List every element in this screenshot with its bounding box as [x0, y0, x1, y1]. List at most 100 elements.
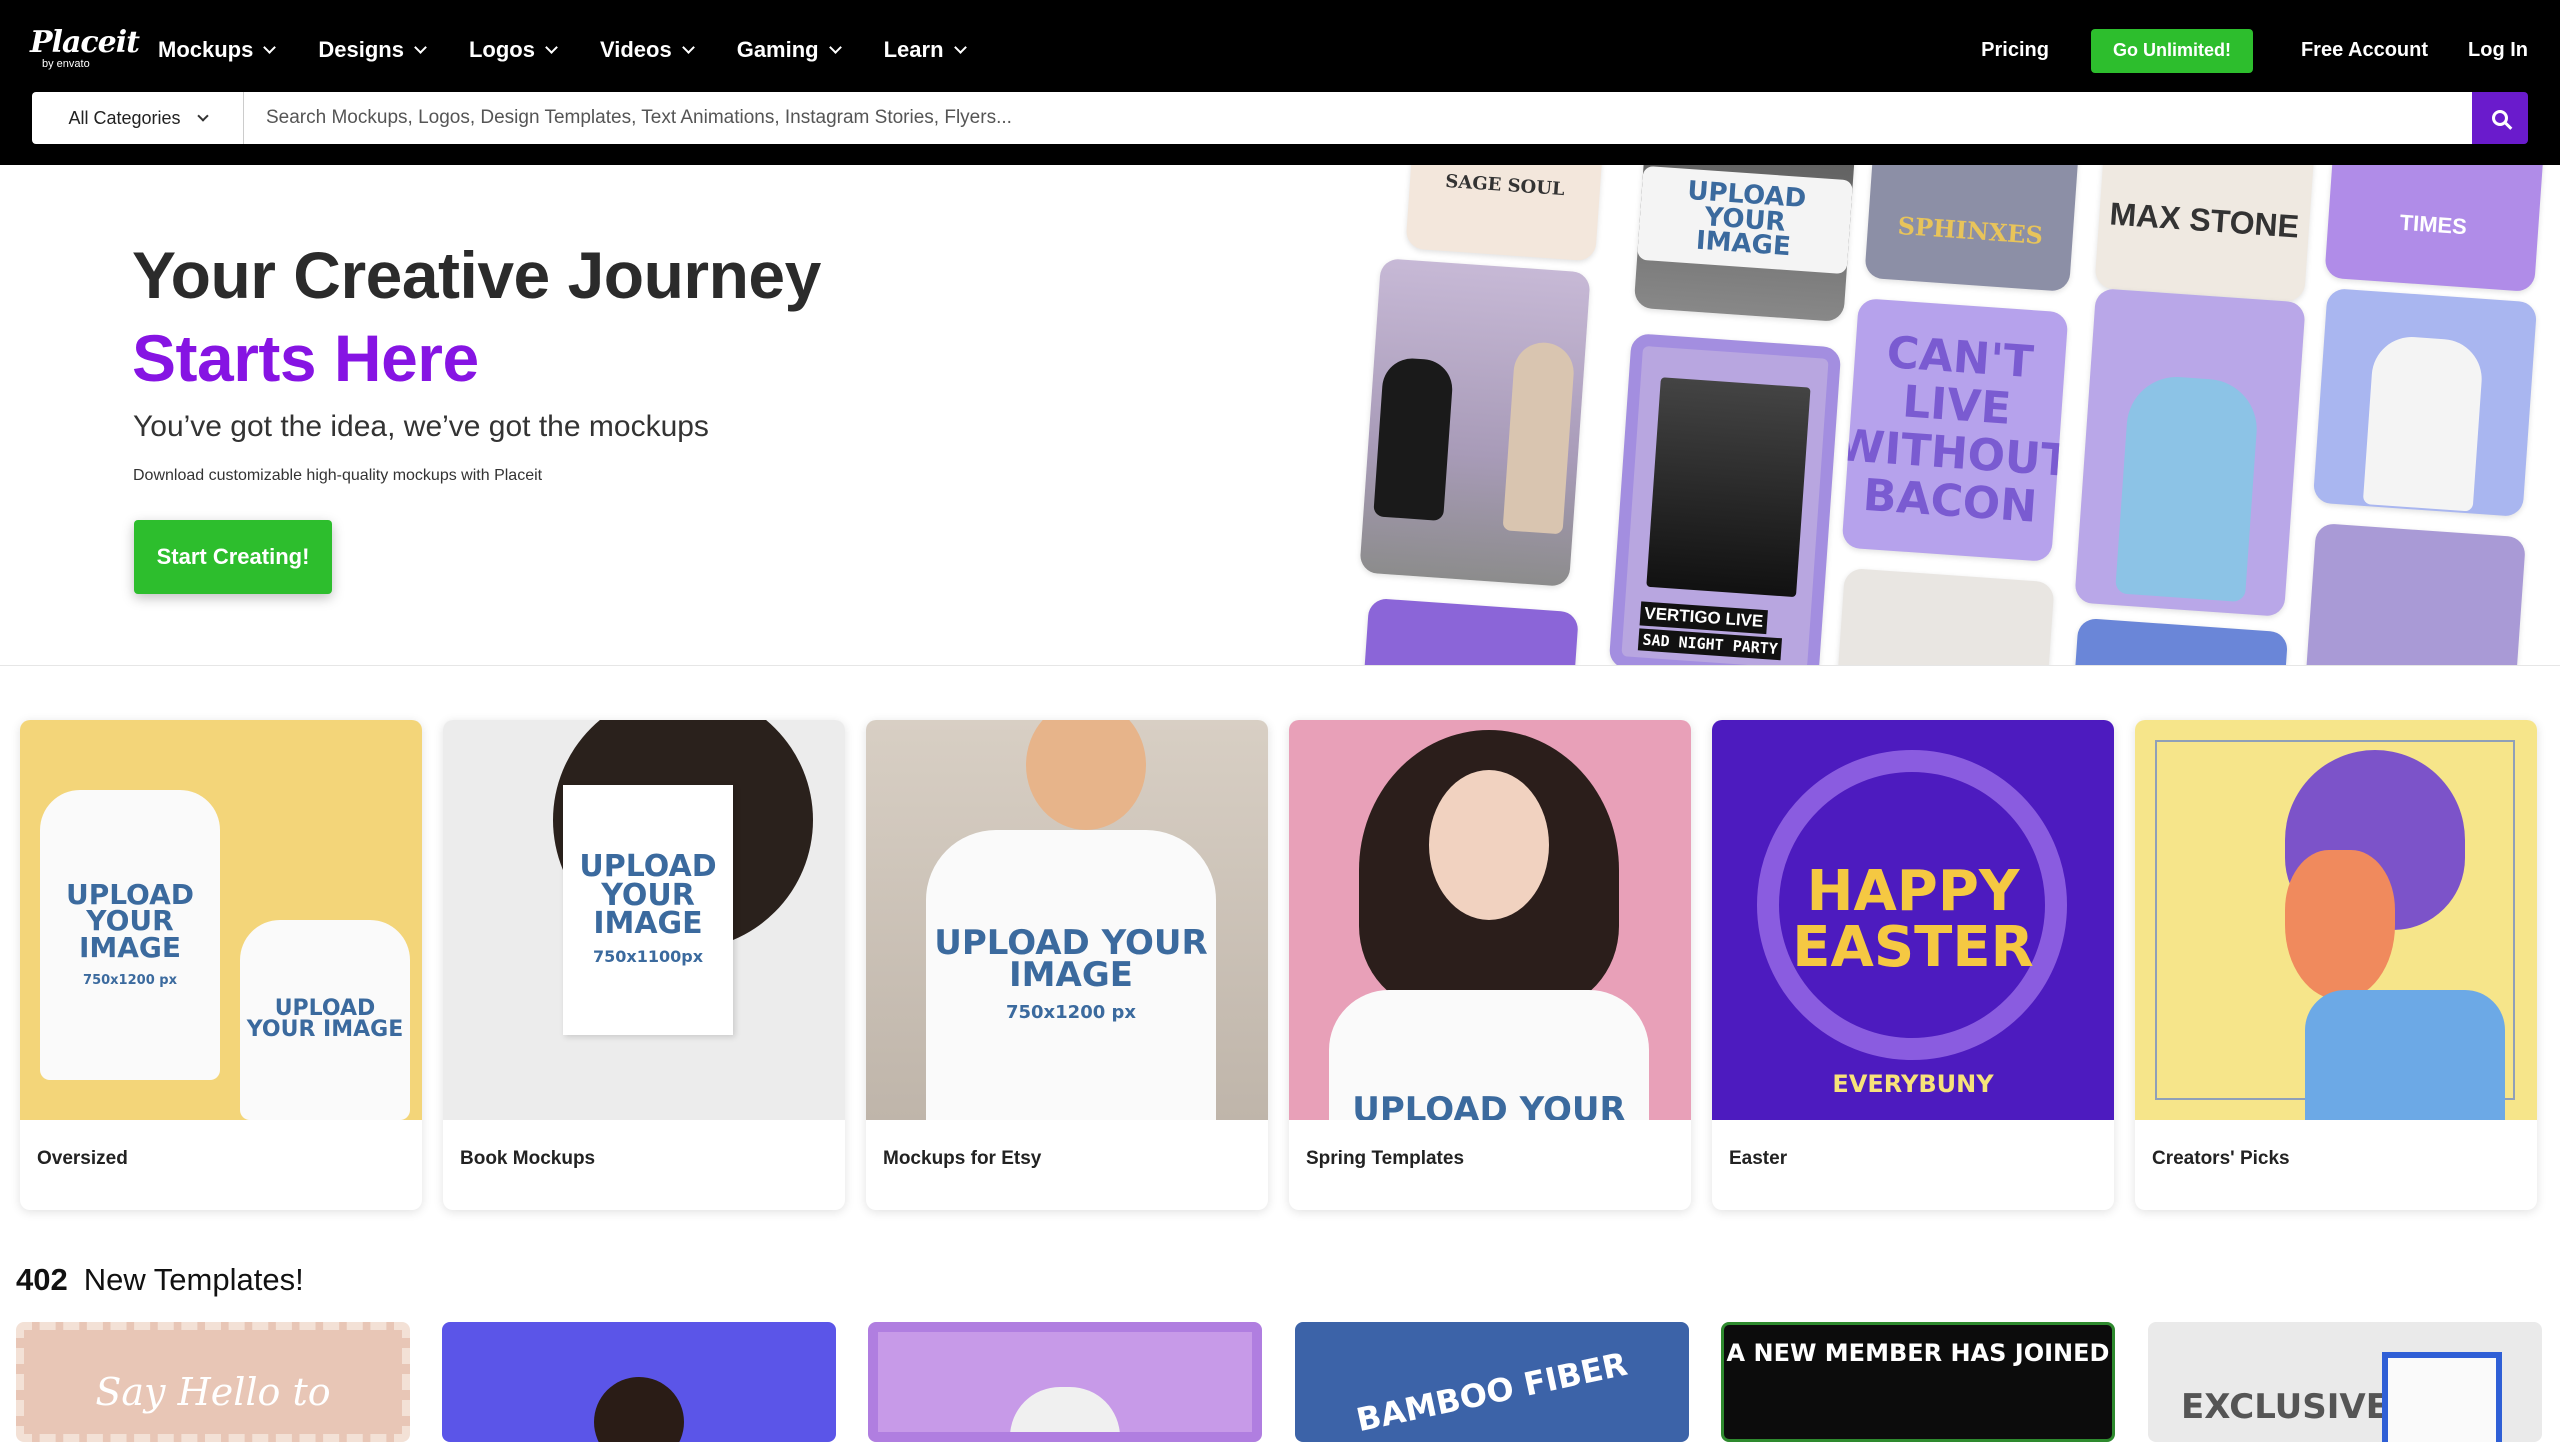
- upload-label: UPLOAD YOUR IMAGE: [65, 877, 195, 964]
- hero-description: Download customizable high-quality mocku…: [133, 467, 543, 484]
- book-mockup: UPLOAD YOUR IMAGE 750x1100px: [563, 785, 733, 1035]
- upload-text: UPLOAD YOUR IMAGE 750x1100px: [563, 852, 733, 967]
- new-templates-count: 402: [16, 1262, 68, 1297]
- menu-learn[interactable]: Learn: [883, 37, 967, 63]
- cap-shape: [1010, 1387, 1120, 1432]
- collage-tile-purple[interactable]: [1361, 597, 1579, 665]
- chevron-down-icon: [828, 40, 842, 54]
- card-image: UPLOAD YOUR IMAGE 750x1200 px UPLOAD YOUR…: [20, 720, 422, 1120]
- chevron-down-icon: [681, 40, 695, 54]
- menu-label: Designs: [318, 37, 404, 62]
- template-thumb-cap[interactable]: [868, 1322, 1262, 1442]
- hero-title: Your Creative Journey: [132, 238, 821, 312]
- upload-label: UPLOAD YOUR IMAGE: [246, 996, 404, 1042]
- person-figure: [2362, 333, 2485, 512]
- card-label: Spring Templates: [1306, 1148, 1465, 1169]
- search-icon: [2492, 110, 2508, 126]
- new-templates-text: New Templates!: [83, 1262, 304, 1297]
- collage-text: TIMES: [2398, 209, 2468, 240]
- menu-gaming[interactable]: Gaming: [736, 37, 842, 63]
- template-thumb-bamboo-fiber[interactable]: BAMBOO FIBER: [1295, 1322, 1689, 1442]
- card-image: UPLOAD YOUR IMAGE 750x1200 px: [866, 720, 1268, 1120]
- chevron-down-icon: [414, 40, 427, 54]
- template-text: Say Hello to: [95, 1370, 331, 1414]
- placeit-logo[interactable]: Placeit by envato: [30, 28, 140, 71]
- collage-tile-max-stone[interactable]: MAX STONE: [2094, 165, 2316, 303]
- tshirt-mockup: UPLOAD YOUR: [1329, 990, 1649, 1120]
- category-card-oversized[interactable]: UPLOAD YOUR IMAGE 750x1200 px UPLOAD YOUR…: [20, 720, 422, 1210]
- collage-tile-couple-photo[interactable]: [1835, 567, 2055, 665]
- chevron-down-icon: [953, 40, 967, 54]
- easter-line3: EVERYBUNY: [1832, 1070, 1994, 1098]
- template-thumb-new-member[interactable]: A NEW MEMBER HAS JOINED: [1721, 1322, 2115, 1442]
- upload-text: UPLOAD YOUR IMAGE 750x1200 px: [40, 880, 220, 988]
- menu-label: Learn: [883, 37, 944, 62]
- photo-figure: [1646, 377, 1811, 598]
- main-menu: Mockups Designs Logos Videos Gaming Lear…: [158, 0, 1009, 100]
- menu-videos[interactable]: Videos: [600, 37, 695, 63]
- top-navigation-bar: Placeit by envato Mockups Designs Logos …: [0, 0, 2560, 165]
- template-text: BAMBOO FIBER: [1353, 1344, 1631, 1440]
- easter-text: HAPPY EASTER: [1792, 864, 2034, 976]
- hero-subtitle: You’ve got the idea, we’ve got the mocku…: [133, 410, 709, 443]
- menu-mockups[interactable]: Mockups: [158, 37, 277, 63]
- card-label: Easter: [1729, 1148, 1788, 1169]
- upload-size: 750x1200 px: [83, 972, 177, 988]
- template-text: A NEW MEMBER HAS JOINED: [1726, 1339, 2110, 1367]
- collage-tile-vertigo-live[interactable]: VERTIGO LIVE SAD NIGHT PARTY: [1608, 333, 1842, 665]
- category-select-value: All Categories: [68, 107, 181, 128]
- template-thumb-say-hello[interactable]: Say Hello to: [16, 1322, 410, 1442]
- collage-tile-times[interactable]: TIMES: [2324, 165, 2546, 293]
- card-label: Creators' Picks: [2152, 1148, 2290, 1169]
- category-card-creators-picks[interactable]: Creators' Picks: [2135, 720, 2537, 1210]
- upload-text: UPLOAD YOUR IMAGE: [1636, 165, 1854, 275]
- search-button[interactable]: [2472, 92, 2528, 144]
- template-thumb-portrait[interactable]: [442, 1322, 836, 1442]
- category-card-easter[interactable]: HAPPY EASTER EVERYBUNY Easter: [1712, 720, 2114, 1210]
- collage-tile-mug-photo[interactable]: [2074, 288, 2306, 617]
- log-in-link[interactable]: Log In: [2468, 39, 2528, 62]
- card-image: UPLOAD YOUR IMAGE 750x1100px: [443, 720, 845, 1120]
- menu-designs[interactable]: Designs: [318, 37, 427, 63]
- card-label: Mockups for Etsy: [883, 1148, 1042, 1169]
- hero-title-highlight: Starts Here: [132, 321, 479, 395]
- category-card-mockups-for-etsy[interactable]: UPLOAD YOUR IMAGE 750x1200 px Mockups for…: [866, 720, 1268, 1210]
- collage-tile-sage-soul[interactable]: SAGE SOUL: [1405, 165, 1605, 262]
- hero-section: Your Creative Journey Starts Here You’ve…: [0, 165, 2560, 665]
- upload-size: 750x1200 px: [1005, 1002, 1137, 1024]
- card-image: UPLOAD YOUR: [1289, 720, 1691, 1120]
- pricing-link[interactable]: Pricing: [1981, 39, 2049, 62]
- face-shape: [1429, 770, 1549, 920]
- template-thumb-exclusive[interactable]: EXCLUSIVE: [2148, 1322, 2542, 1442]
- search-input[interactable]: [244, 92, 2472, 144]
- hoodie-shape: [2382, 1352, 2502, 1442]
- collage-tile-tshirt-man[interactable]: [2312, 287, 2538, 518]
- tshirt-mockup: UPLOAD YOUR IMAGE: [240, 920, 410, 1120]
- category-card-book-mockups[interactable]: UPLOAD YOUR IMAGE 750x1100px Book Mockups: [443, 720, 845, 1210]
- collage-tile-tshirt-upload[interactable]: UPLOAD YOUR IMAGE: [1633, 165, 1857, 323]
- card-image: HAPPY EASTER EVERYBUNY: [1712, 720, 2114, 1120]
- collage-tile-blue[interactable]: [2071, 617, 2289, 665]
- chevron-down-icon: [196, 109, 209, 122]
- person-figure: [2115, 373, 2261, 602]
- menu-label: Gaming: [736, 37, 819, 62]
- upload-text: UPLOAD YOUR IMAGE: [240, 996, 410, 1042]
- category-select[interactable]: All Categories: [32, 92, 244, 144]
- collage-text: SAGE SOUL: [1444, 170, 1566, 200]
- tshirt-mockup: UPLOAD YOUR IMAGE 750x1200 px: [926, 830, 1216, 1120]
- menu-logos[interactable]: Logos: [469, 37, 558, 63]
- collage-tile-dog-photo[interactable]: [1359, 258, 1591, 587]
- person-figure: [1502, 340, 1576, 534]
- start-creating-button[interactable]: Start Creating!: [134, 520, 332, 594]
- upload-text: UPLOAD YOUR IMAGE 750x1200 px: [926, 925, 1216, 1024]
- head-shape: [1026, 720, 1146, 830]
- upload-label: UPLOAD YOUR: [1352, 1089, 1626, 1120]
- category-card-spring-templates[interactable]: UPLOAD YOUR Spring Templates: [1289, 720, 1691, 1210]
- card-label: Book Mockups: [460, 1148, 596, 1169]
- collage-tile-hands[interactable]: [2303, 522, 2527, 665]
- upload-text: UPLOAD YOUR: [1352, 1093, 1625, 1120]
- free-account-link[interactable]: Free Account: [2301, 39, 2428, 62]
- go-unlimited-button[interactable]: Go Unlimited!: [2090, 28, 2253, 73]
- collage-tile-bacon[interactable]: CAN'T LIVE WITHOUT BACON: [1841, 297, 2069, 563]
- collage-tile-sphinxes[interactable]: SPHINXES: [1864, 165, 2081, 292]
